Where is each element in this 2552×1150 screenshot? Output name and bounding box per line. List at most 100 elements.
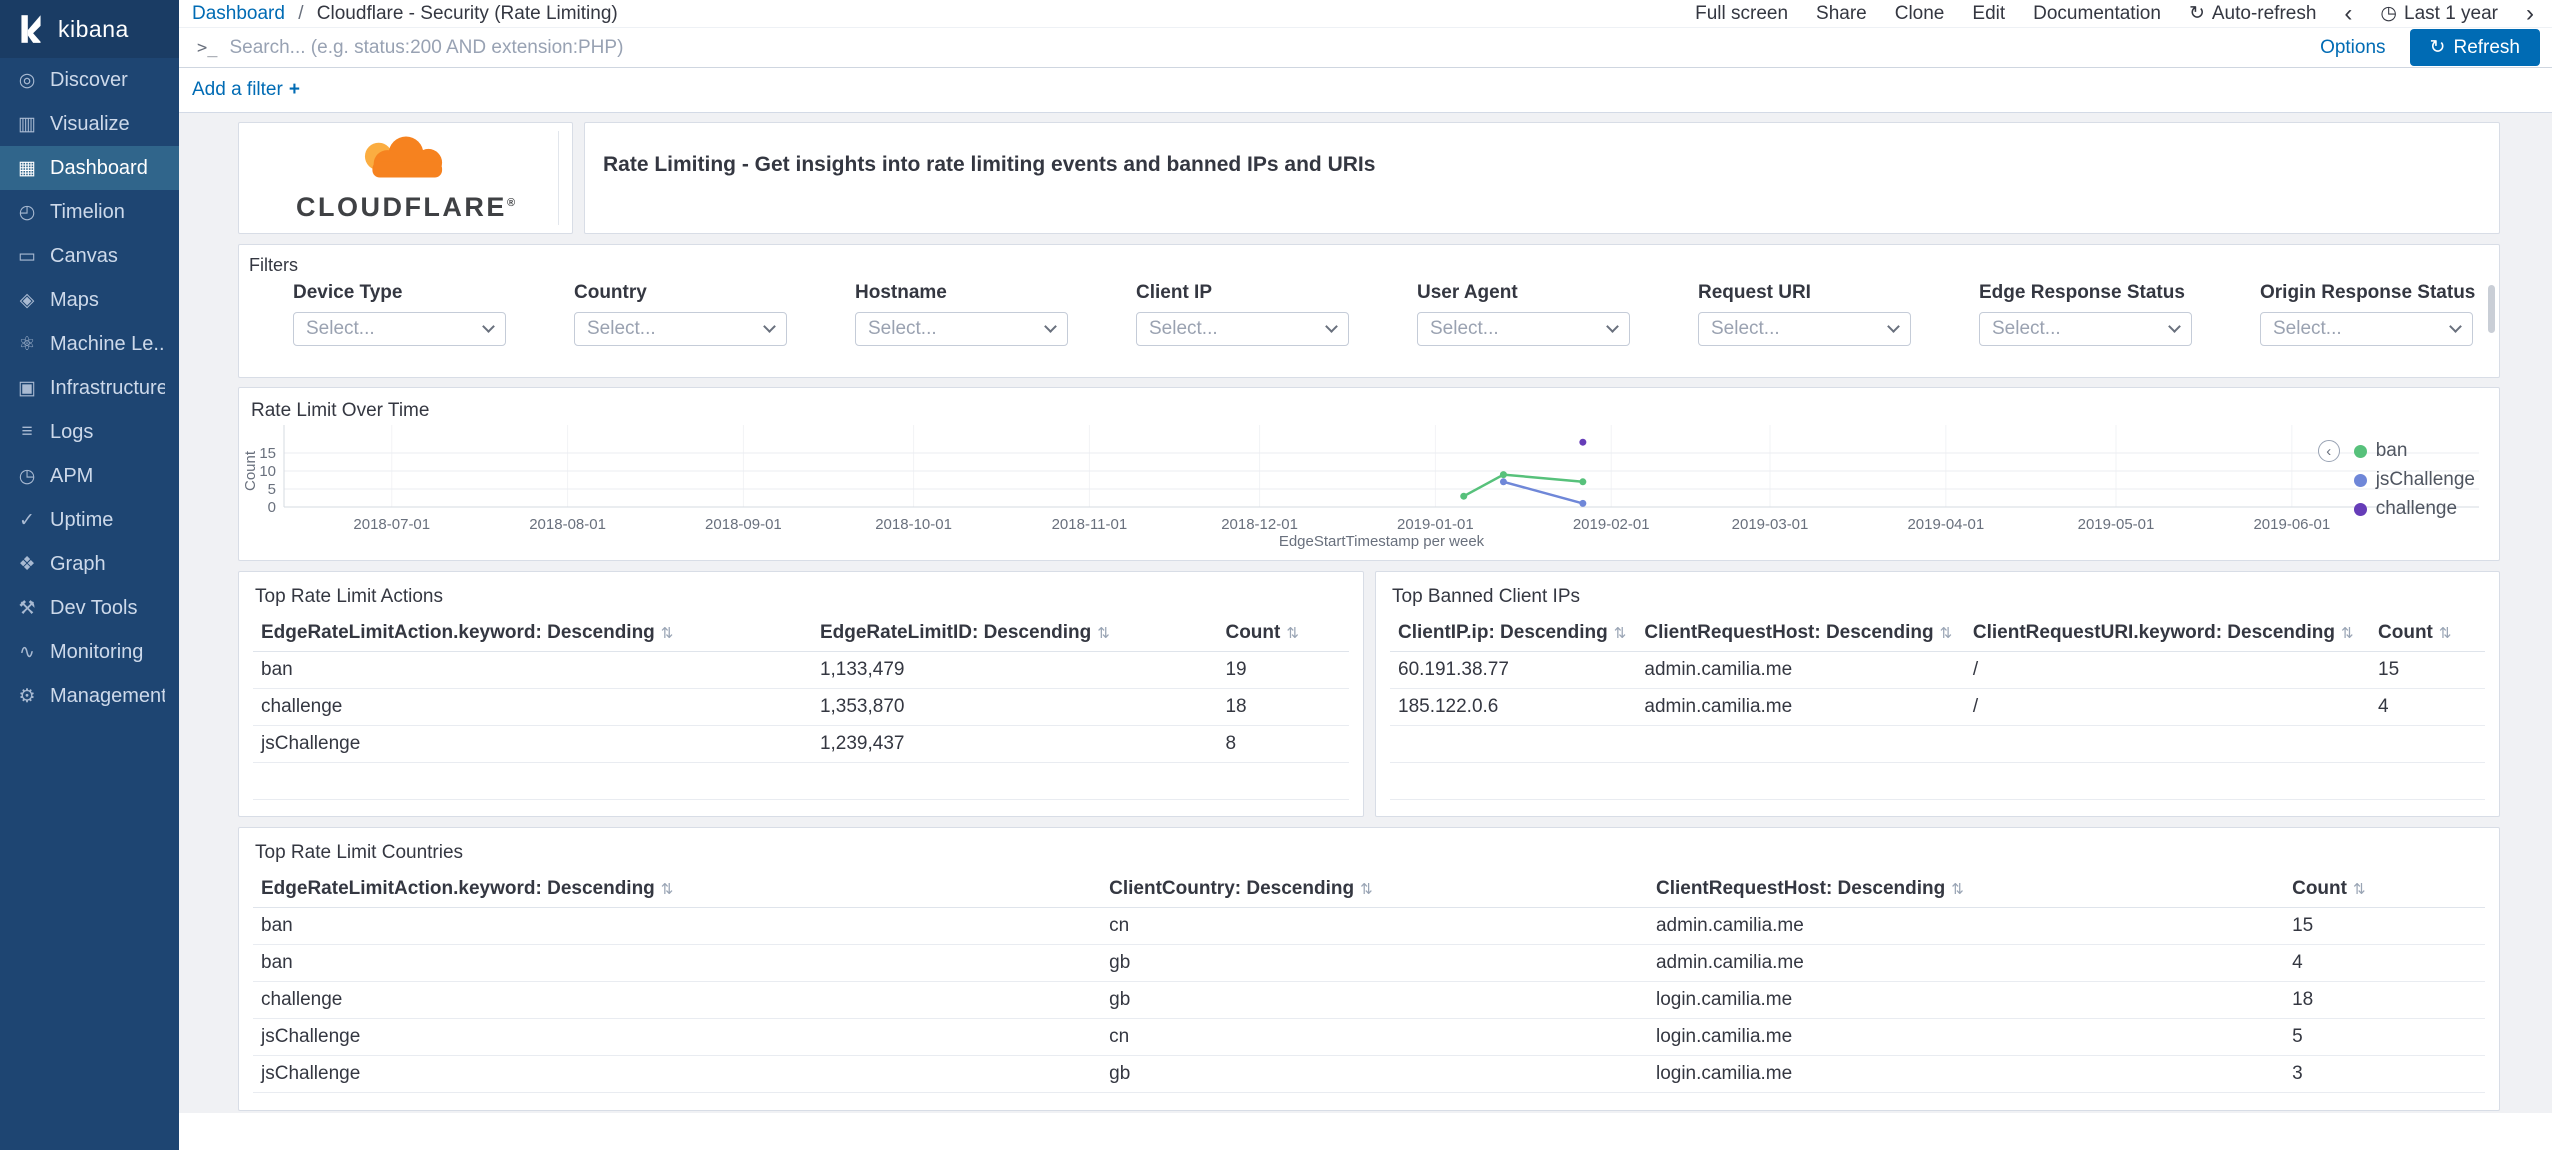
column-header[interactable]: ClientCountry: Descending ⇅: [1101, 870, 1648, 908]
sidebar-item[interactable]: ≡ Logs: [0, 410, 179, 454]
full-screen-button[interactable]: Full screen: [1695, 3, 1788, 25]
legend-color-dot: [2353, 502, 2367, 516]
filter-select[interactable]: Select...: [1417, 312, 1630, 346]
edit-button[interactable]: Edit: [1972, 3, 2005, 25]
column-header[interactable]: Count ⇅: [1217, 614, 1349, 652]
legend-item[interactable]: ban: [2353, 440, 2475, 462]
chevron-down-icon: [2449, 320, 2462, 333]
chevron-down-icon: [2168, 320, 2181, 333]
table-header-row: EdgeRateLimitAction.keyword: Descending ⇅…: [253, 614, 1349, 652]
scrollbar-thumb[interactable]: [2488, 285, 2495, 333]
filter-select[interactable]: Select...: [1979, 312, 2192, 346]
filter-field: User Agent Select...: [1417, 282, 1630, 346]
legend-item[interactable]: challenge: [2353, 498, 2475, 520]
table-cell: [1636, 725, 1965, 763]
filter-select[interactable]: Select...: [293, 312, 506, 346]
table-row: ban gb admin.camilia.me 4: [253, 944, 2485, 982]
sidebar-item[interactable]: ∿ Monitoring: [0, 630, 179, 674]
timelion-clock-icon: ◴: [18, 201, 36, 223]
add-filter-link[interactable]: Add a filter +: [192, 79, 300, 101]
filter-select[interactable]: Select...: [574, 312, 787, 346]
sidebar-item[interactable]: ▭ Canvas: [0, 234, 179, 278]
legend-item[interactable]: jsChallenge: [2353, 469, 2475, 491]
sidebar-item[interactable]: ⚛ Machine Le...: [0, 322, 179, 366]
share-button[interactable]: Share: [1816, 3, 1867, 25]
filter-field-label: Device Type: [293, 282, 403, 303]
column-header[interactable]: Count ⇅: [2370, 614, 2485, 652]
filter-select-value: Select...: [587, 318, 656, 339]
legend-label: jsChallenge: [2375, 469, 2475, 490]
sidebar-item[interactable]: ⚙ Management: [0, 674, 179, 718]
top-rate-limit-actions-panel: Top Rate Limit Actions EdgeRateLimitActi…: [238, 571, 1364, 817]
table-cell: [811, 799, 1218, 816]
filter-select[interactable]: Select...: [855, 312, 1068, 346]
filter-select[interactable]: Select...: [1698, 312, 1911, 346]
sidebar-item-label: Infrastructure: [50, 376, 165, 399]
query-bar: >_ Options ↻ Refresh: [179, 28, 2552, 68]
time-back-button[interactable]: ‹: [2344, 1, 2352, 26]
time-forward-button[interactable]: ›: [2526, 1, 2534, 26]
table-cell: ban: [253, 651, 812, 689]
jsChallenge-line: [1503, 480, 1584, 505]
table-cell: [2370, 725, 2485, 763]
table-row: ban cn admin.camilia.me 15: [253, 907, 2485, 945]
svg-text:Count: Count: [242, 450, 259, 491]
sidebar-item[interactable]: ◈ Maps: [0, 278, 179, 322]
table-row: 60.191.38.77 admin.camilia.me/15: [1390, 651, 2485, 689]
table-cell: gb: [1101, 981, 1648, 1019]
filter-fields: Device Type Select... Country Select...: [239, 278, 2499, 346]
filter-field: Client IP Select...: [1136, 282, 1349, 346]
sidebar-item[interactable]: ◴ Timelion: [0, 190, 179, 234]
clone-button[interactable]: Clone: [1895, 3, 1945, 25]
column-header[interactable]: Count ⇅: [2284, 870, 2485, 908]
chevron-down-icon: [1325, 320, 1338, 333]
legend-color-dot: [2353, 473, 2367, 487]
sidebar-item[interactable]: ⚒ Dev Tools: [0, 586, 179, 630]
table-cell: [1217, 762, 1349, 800]
svg-text:10: 10: [259, 463, 276, 480]
column-header[interactable]: EdgeRateLimitAction.keyword: Descending ⇅: [253, 870, 1102, 908]
table-cell: 15: [2284, 907, 2485, 945]
refresh-button[interactable]: ↻ Refresh: [2409, 29, 2540, 66]
kibana-app: kibana ◎ Discover ▥ Visualize ▦ Dashboar…: [0, 0, 2552, 1150]
sidebar-item[interactable]: ❖ Graph: [0, 542, 179, 586]
sidebar-item[interactable]: ▦ Dashboard: [0, 146, 179, 190]
table-cell: [1390, 725, 1637, 763]
table-cell: [1390, 799, 1637, 816]
search-input[interactable]: [229, 36, 2321, 59]
column-header[interactable]: ClientIP.ip: Descending ⇅: [1390, 614, 1637, 652]
dashboard-grid-icon: ▦: [18, 157, 36, 179]
table-row: 185.122.0.6 admin.camilia.me/4: [1390, 688, 2485, 726]
sidebar-item[interactable]: ◎ Discover: [0, 58, 179, 102]
machine-learning-icon: ⚛: [18, 333, 36, 355]
cloudflare-logo-panel: CLOUDFLARE®: [238, 122, 573, 234]
table-cell: [1964, 725, 2371, 763]
dashboard-grid: CLOUDFLARE® Rate Limiting - Get insights…: [179, 113, 2552, 1113]
breadcrumb-dashboard-link[interactable]: Dashboard: [192, 3, 285, 24]
table-cell: 18: [1217, 688, 1349, 726]
sidebar-item[interactable]: ◷ APM: [0, 454, 179, 498]
time-range-button[interactable]: ◷ Last 1 year: [2380, 2, 2498, 25]
auto-refresh-button[interactable]: ↻ Auto-refresh: [2189, 2, 2316, 25]
table-cell: [253, 762, 812, 800]
sort-icon: ⇅: [660, 881, 674, 898]
sidebar-item[interactable]: ▣ Infrastructure: [0, 366, 179, 410]
column-header[interactable]: EdgeRateLimitID: Descending ⇅: [811, 614, 1218, 652]
legend-toggle-icon[interactable]: ‹: [2317, 440, 2340, 462]
intro-panel: Rate Limiting - Get insights into rate l…: [584, 122, 2500, 234]
documentation-link[interactable]: Documentation: [2033, 3, 2161, 25]
filter-select[interactable]: Select...: [2260, 312, 2473, 346]
filter-select[interactable]: Select...: [1136, 312, 1349, 346]
column-header[interactable]: ClientRequestHost: Descending ⇅: [1636, 614, 1965, 652]
options-link[interactable]: Options: [2320, 37, 2385, 59]
column-header[interactable]: ClientRequestHost: Descending ⇅: [1647, 870, 2285, 908]
table-cell: login.camilia.me: [1647, 981, 2285, 1019]
table-cell: challenge: [253, 688, 812, 726]
sort-icon: ⇅: [1951, 881, 1964, 898]
kibana-logo[interactable]: kibana: [0, 0, 179, 58]
sidebar-item[interactable]: ✓ Uptime: [0, 498, 179, 542]
sidebar-item-label: Logs: [50, 420, 94, 443]
column-header[interactable]: ClientRequestURI.keyword: Descending ⇅: [1964, 614, 2371, 652]
column-header[interactable]: EdgeRateLimitAction.keyword: Descending ⇅: [253, 614, 812, 652]
sidebar-item[interactable]: ▥ Visualize: [0, 102, 179, 146]
